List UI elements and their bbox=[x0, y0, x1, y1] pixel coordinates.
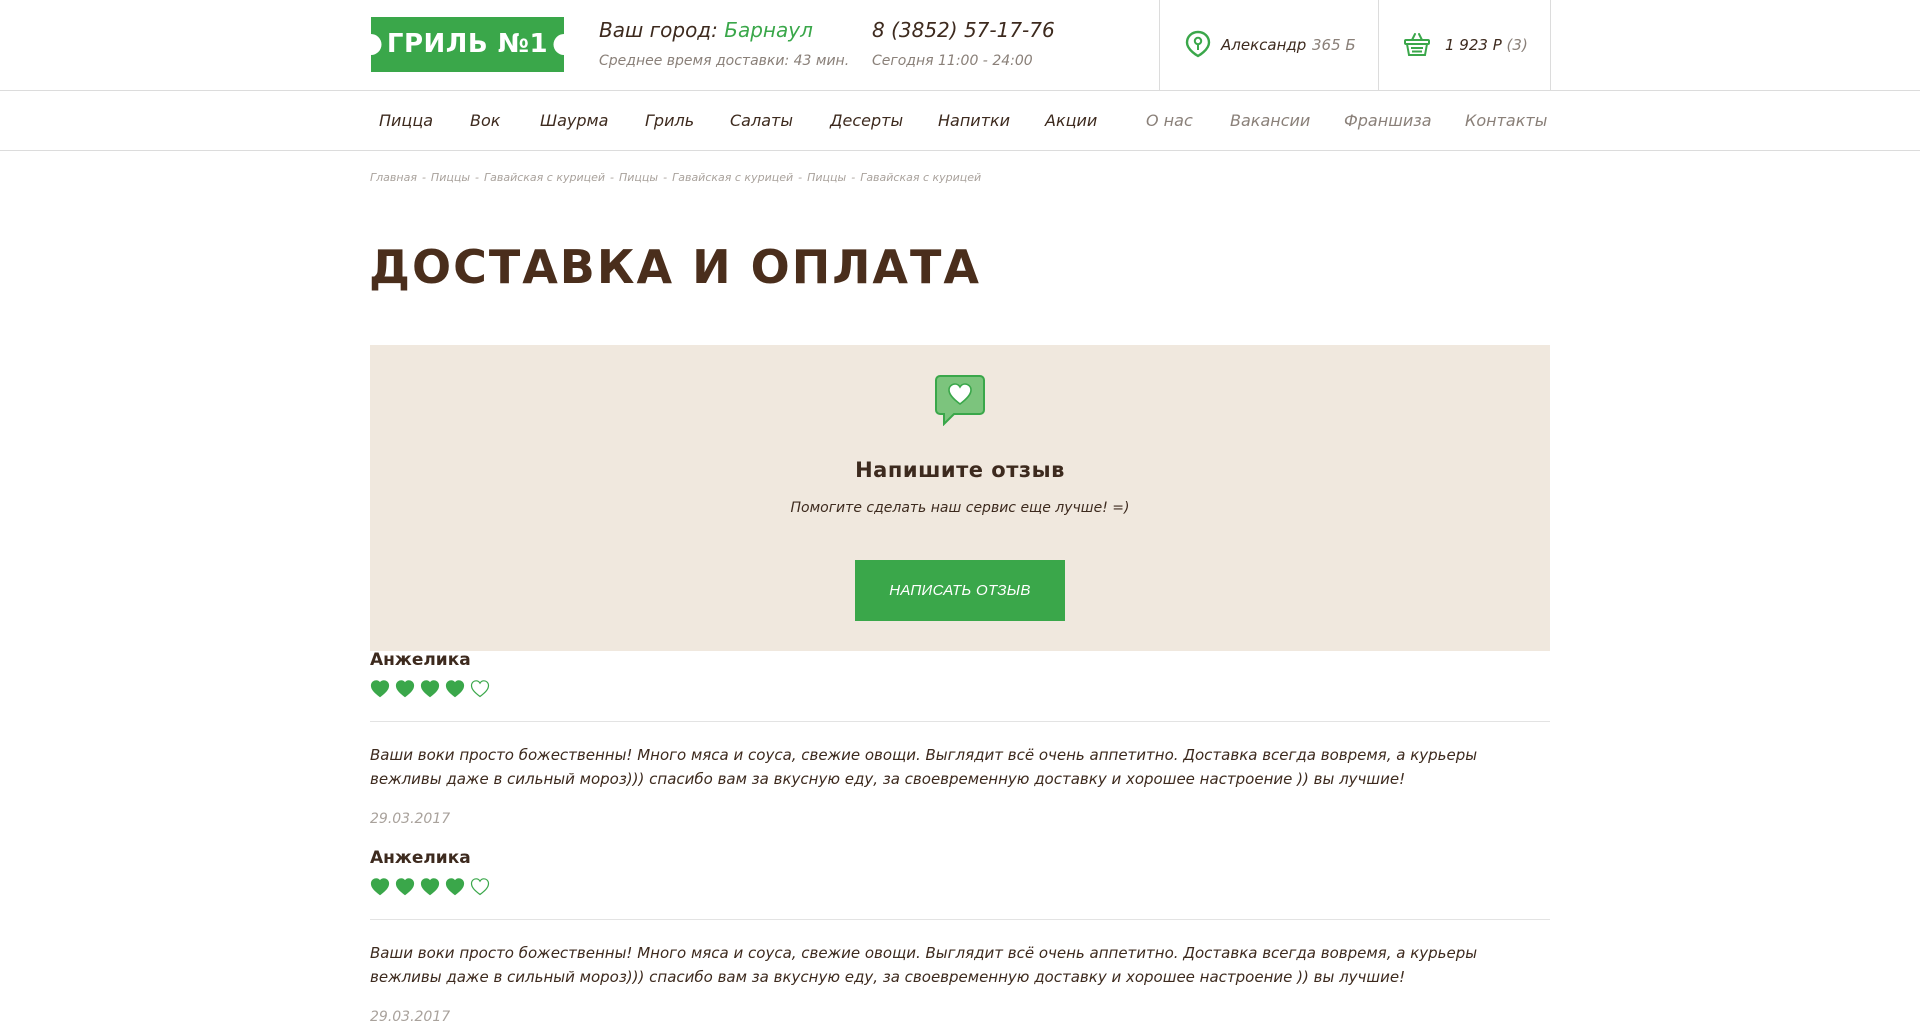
nav-item-pizza[interactable]: Пицца bbox=[379, 111, 433, 130]
breadcrumb-item[interactable]: Гавайская с курицей bbox=[860, 171, 981, 184]
basket-icon bbox=[1404, 33, 1430, 56]
nav-item-contacts[interactable]: Контакты bbox=[1465, 111, 1547, 130]
breadcrumb-separator: - bbox=[798, 171, 803, 184]
heart-filled-icon bbox=[445, 680, 465, 698]
review-divider bbox=[370, 919, 1550, 920]
breadcrumb-separator: - bbox=[851, 171, 856, 184]
breadcrumb-item[interactable]: Гавайская с курицей bbox=[484, 171, 605, 184]
heart-empty-icon bbox=[470, 680, 490, 698]
city-label: Ваш город: bbox=[599, 18, 718, 42]
breadcrumb-separator: - bbox=[475, 171, 479, 184]
breadcrumb-item[interactable]: Гавайская с курицей bbox=[672, 171, 793, 184]
breadcrumb-item[interactable]: Пиццы bbox=[431, 171, 470, 184]
user-account[interactable]: Александр 365 Б bbox=[1159, 0, 1379, 90]
logo[interactable]: ГРИЛЬ №1 bbox=[371, 17, 564, 72]
review-author: Анжелика bbox=[370, 848, 471, 868]
city-name-link[interactable]: Барнаул bbox=[724, 18, 813, 42]
breadcrumb-separator: - bbox=[610, 171, 615, 184]
city-selector[interactable]: Ваш город: Барнаул bbox=[599, 18, 813, 42]
review-text: Ваши воки просто божественны! Много мяса… bbox=[370, 746, 1478, 788]
review-text: Ваши воки просто божественны! Много мяса… bbox=[370, 944, 1478, 986]
heart-filled-icon bbox=[445, 878, 465, 896]
breadcrumb-separator: - bbox=[421, 171, 426, 184]
heart-filled-icon bbox=[395, 878, 415, 896]
cart-total: 1 923 Р bbox=[1445, 36, 1502, 54]
nav-item-promos[interactable]: Акции bbox=[1045, 111, 1097, 130]
heart-filled-icon bbox=[420, 680, 440, 698]
user-name: Александр bbox=[1221, 36, 1307, 54]
review-cta-subtitle: Помогите сделать наш сервис еще лучше! =… bbox=[790, 500, 1130, 516]
heart-filled-icon bbox=[395, 680, 415, 698]
cart-summary: 1 923 Р (3) bbox=[1445, 36, 1528, 54]
nav-item-drinks[interactable]: Напитки bbox=[938, 111, 1010, 130]
review-rating bbox=[370, 679, 495, 701]
write-review-button[interactable]: НАПИСАТЬ ОТЗЫВ bbox=[855, 560, 1065, 621]
nav-item-grill[interactable]: Гриль bbox=[645, 111, 694, 130]
phone-number[interactable]: 8 (3852) 57-17-76 bbox=[872, 18, 1055, 42]
breadcrumb: Главная - Пиццы - Гавайская с курицей - Пиццы -… bbox=[370, 171, 981, 184]
breadcrumb-item[interactable]: Главная bbox=[370, 171, 417, 184]
breadcrumb-item[interactable]: Пиццы bbox=[807, 171, 846, 184]
heart-filled-icon bbox=[420, 878, 440, 896]
user-points: 365 Б bbox=[1312, 36, 1356, 54]
nav-item-franchise[interactable]: Франшиза bbox=[1344, 111, 1432, 130]
review-cta-panel: Напишите отзыв Помогите сделать наш серв… bbox=[370, 345, 1550, 651]
cart[interactable]: 1 923 Р (3) bbox=[1378, 0, 1551, 90]
heart-empty-icon bbox=[470, 878, 490, 896]
nav-item-desserts[interactable]: Десерты bbox=[830, 111, 903, 130]
review-date: 29.03.2017 bbox=[370, 811, 451, 827]
main-nav: Пицца Вок Шаурма Гриль Салаты Десерты На… bbox=[0, 91, 1920, 151]
nav-item-shawarma[interactable]: Шаурма bbox=[540, 111, 608, 130]
nav-item-about[interactable]: О нас bbox=[1146, 111, 1193, 130]
review-rating bbox=[370, 877, 495, 899]
review-author: Анжелика bbox=[370, 650, 471, 670]
heart-filled-icon bbox=[370, 878, 390, 896]
page: ГРИЛЬ №1 Ваш город: Барнаул Среднее врем… bbox=[0, 0, 1920, 1025]
review-date: 29.03.2017 bbox=[370, 1009, 451, 1025]
review-cta-title: Напишите отзыв bbox=[855, 458, 1065, 482]
breadcrumb-item[interactable]: Пиццы bbox=[619, 171, 658, 184]
opening-hours: Сегодня 11:00 - 24:00 bbox=[872, 53, 1033, 69]
site-header: ГРИЛЬ №1 Ваш город: Барнаул Среднее врем… bbox=[0, 0, 1920, 91]
nav-item-vacancies[interactable]: Вакансии bbox=[1230, 111, 1310, 130]
nav-item-salads[interactable]: Салаты bbox=[730, 111, 793, 130]
review-divider bbox=[370, 721, 1550, 722]
delivery-time: Среднее время доставки: 43 мин. bbox=[599, 53, 850, 69]
heart-filled-icon bbox=[370, 680, 390, 698]
page-title: ДОСТАВКА И ОПЛАТА bbox=[369, 240, 981, 294]
logo-text: ГРИЛЬ №1 bbox=[386, 29, 549, 59]
heart-speech-bubble-icon bbox=[935, 375, 985, 426]
nav-item-wok[interactable]: Вок bbox=[470, 111, 500, 130]
cart-count: (3) bbox=[1506, 36, 1528, 54]
location-pin-icon bbox=[1185, 30, 1211, 58]
breadcrumb-separator: - bbox=[663, 171, 668, 184]
